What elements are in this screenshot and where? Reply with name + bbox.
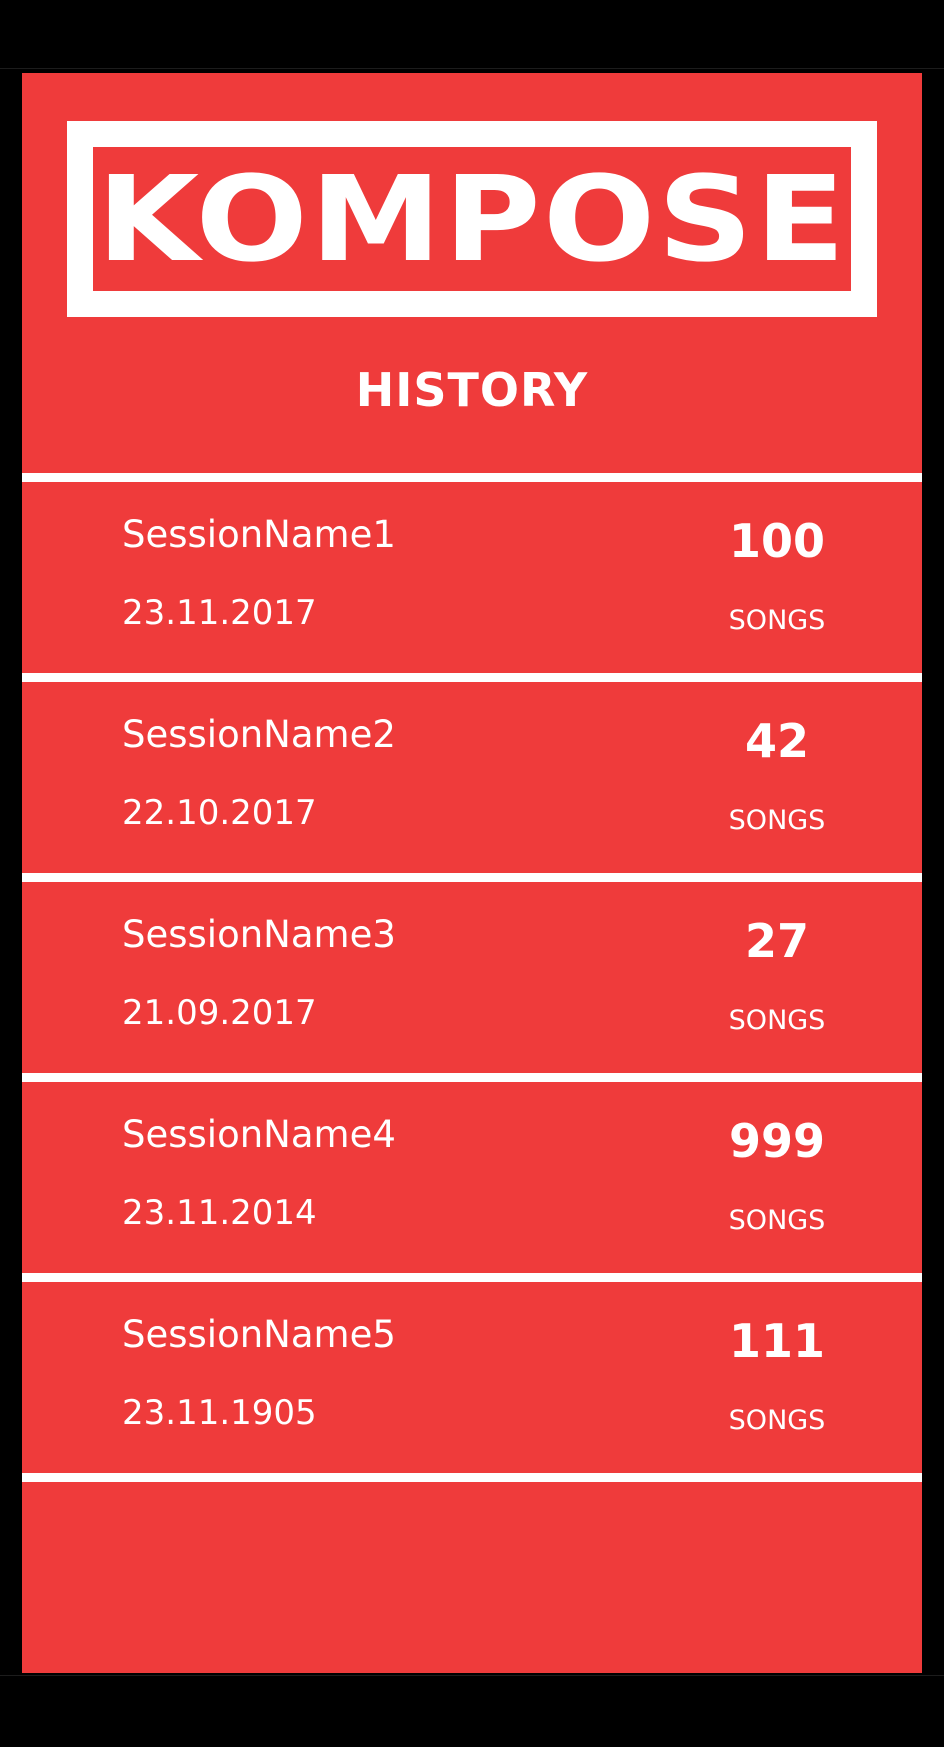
session-date: 23.11.1905 <box>122 1393 317 1433</box>
session-row[interactable]: SessionName5 23.11.1905 111 SONGS <box>22 1282 922 1473</box>
song-count: 27 <box>744 914 809 968</box>
session-date: 21.09.2017 <box>122 993 317 1033</box>
song-count: 111 <box>728 1314 826 1368</box>
app-screen: KOMPOSE HISTORY SessionName1 23.11.2017 … <box>22 73 922 1673</box>
divider <box>22 473 922 482</box>
session-name: SessionName5 <box>122 1313 396 1356</box>
session-name: SessionName1 <box>122 513 396 556</box>
session-name: SessionName2 <box>122 713 396 756</box>
song-count: 42 <box>744 714 809 768</box>
song-count-label: SONGS <box>728 1205 826 1236</box>
song-count: 999 <box>728 1114 826 1168</box>
session-name: SessionName3 <box>122 913 396 956</box>
bezel-line <box>0 68 944 69</box>
song-count-label: SONGS <box>728 805 826 836</box>
phone-frame: KOMPOSE HISTORY SessionName1 23.11.2017 … <box>0 0 944 1747</box>
session-row[interactable]: SessionName1 23.11.2017 100 SONGS <box>22 482 922 673</box>
divider <box>22 673 922 682</box>
song-count: 100 <box>728 514 826 568</box>
song-count-label: SONGS <box>728 605 826 636</box>
session-name: SessionName4 <box>122 1113 396 1156</box>
session-date: 22.10.2017 <box>122 793 317 833</box>
app-logo: KOMPOSE <box>67 121 877 317</box>
divider <box>22 1273 922 1282</box>
song-count-label: SONGS <box>728 1405 826 1436</box>
session-date: 23.11.2017 <box>122 593 317 633</box>
divider <box>22 873 922 882</box>
session-row[interactable]: SessionName2 22.10.2017 42 SONGS <box>22 682 922 873</box>
logo-text: KOMPOSE <box>96 150 848 288</box>
session-date: 23.11.2014 <box>122 1193 317 1233</box>
song-count-label: SONGS <box>728 1005 826 1036</box>
session-row[interactable]: SessionName3 21.09.2017 27 SONGS <box>22 882 922 1073</box>
session-row[interactable]: SessionName4 23.11.2014 999 SONGS <box>22 1082 922 1273</box>
bezel-line <box>0 1675 944 1676</box>
page-title: HISTORY <box>355 363 589 417</box>
divider <box>22 1073 922 1082</box>
divider <box>22 1473 922 1482</box>
